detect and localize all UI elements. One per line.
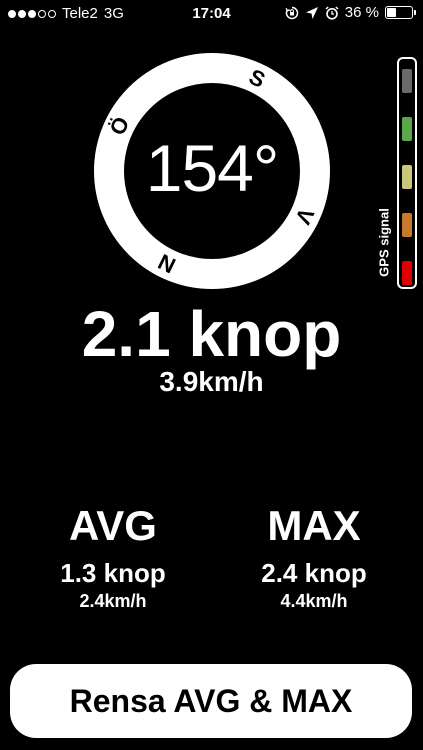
avg-speed-knots: 1.3 knop <box>60 558 166 588</box>
battery-level <box>387 8 396 17</box>
alarm-icon <box>325 5 339 20</box>
status-bar: Tele2 3G 17:04 36 % <box>0 0 423 30</box>
status-right: 36 % <box>285 4 416 21</box>
battery-percentage: 36 % <box>344 4 379 21</box>
gps-signal-bar <box>402 165 412 189</box>
avg-stat: AVG 1.3 knop 2.4km/h <box>13 500 213 612</box>
max-speed-kmh: 4.4km/h <box>280 591 348 611</box>
gps-signal-bar <box>402 261 412 285</box>
current-speed-knots: 2.1 knop <box>81 298 342 370</box>
avg-title: AVG <box>69 502 157 549</box>
max-stat: MAX 2.4 knop 4.4km/h <box>214 500 414 612</box>
gps-signal-indicator: GPS signal <box>376 55 418 293</box>
current-speed-kmh: 3.9km/h <box>159 366 264 397</box>
orientation-lock-icon <box>285 6 299 20</box>
avg-speed-kmh: 2.4km/h <box>79 591 147 611</box>
gps-signal-label: GPS signal <box>376 208 392 277</box>
battery-icon <box>385 6 416 19</box>
gps-signal-bar <box>402 69 412 93</box>
max-speed-knots: 2.4 knop <box>261 558 367 588</box>
gps-signal-bar <box>402 213 412 237</box>
gps-signal-bar <box>402 117 412 141</box>
heading-degrees: 154° <box>145 131 280 205</box>
reset-avg-max-button[interactable]: Rensa AVG & MAX <box>10 664 412 738</box>
location-arrow-icon <box>305 6 319 20</box>
gps-signal-meter <box>397 57 417 289</box>
max-title: MAX <box>267 502 361 549</box>
